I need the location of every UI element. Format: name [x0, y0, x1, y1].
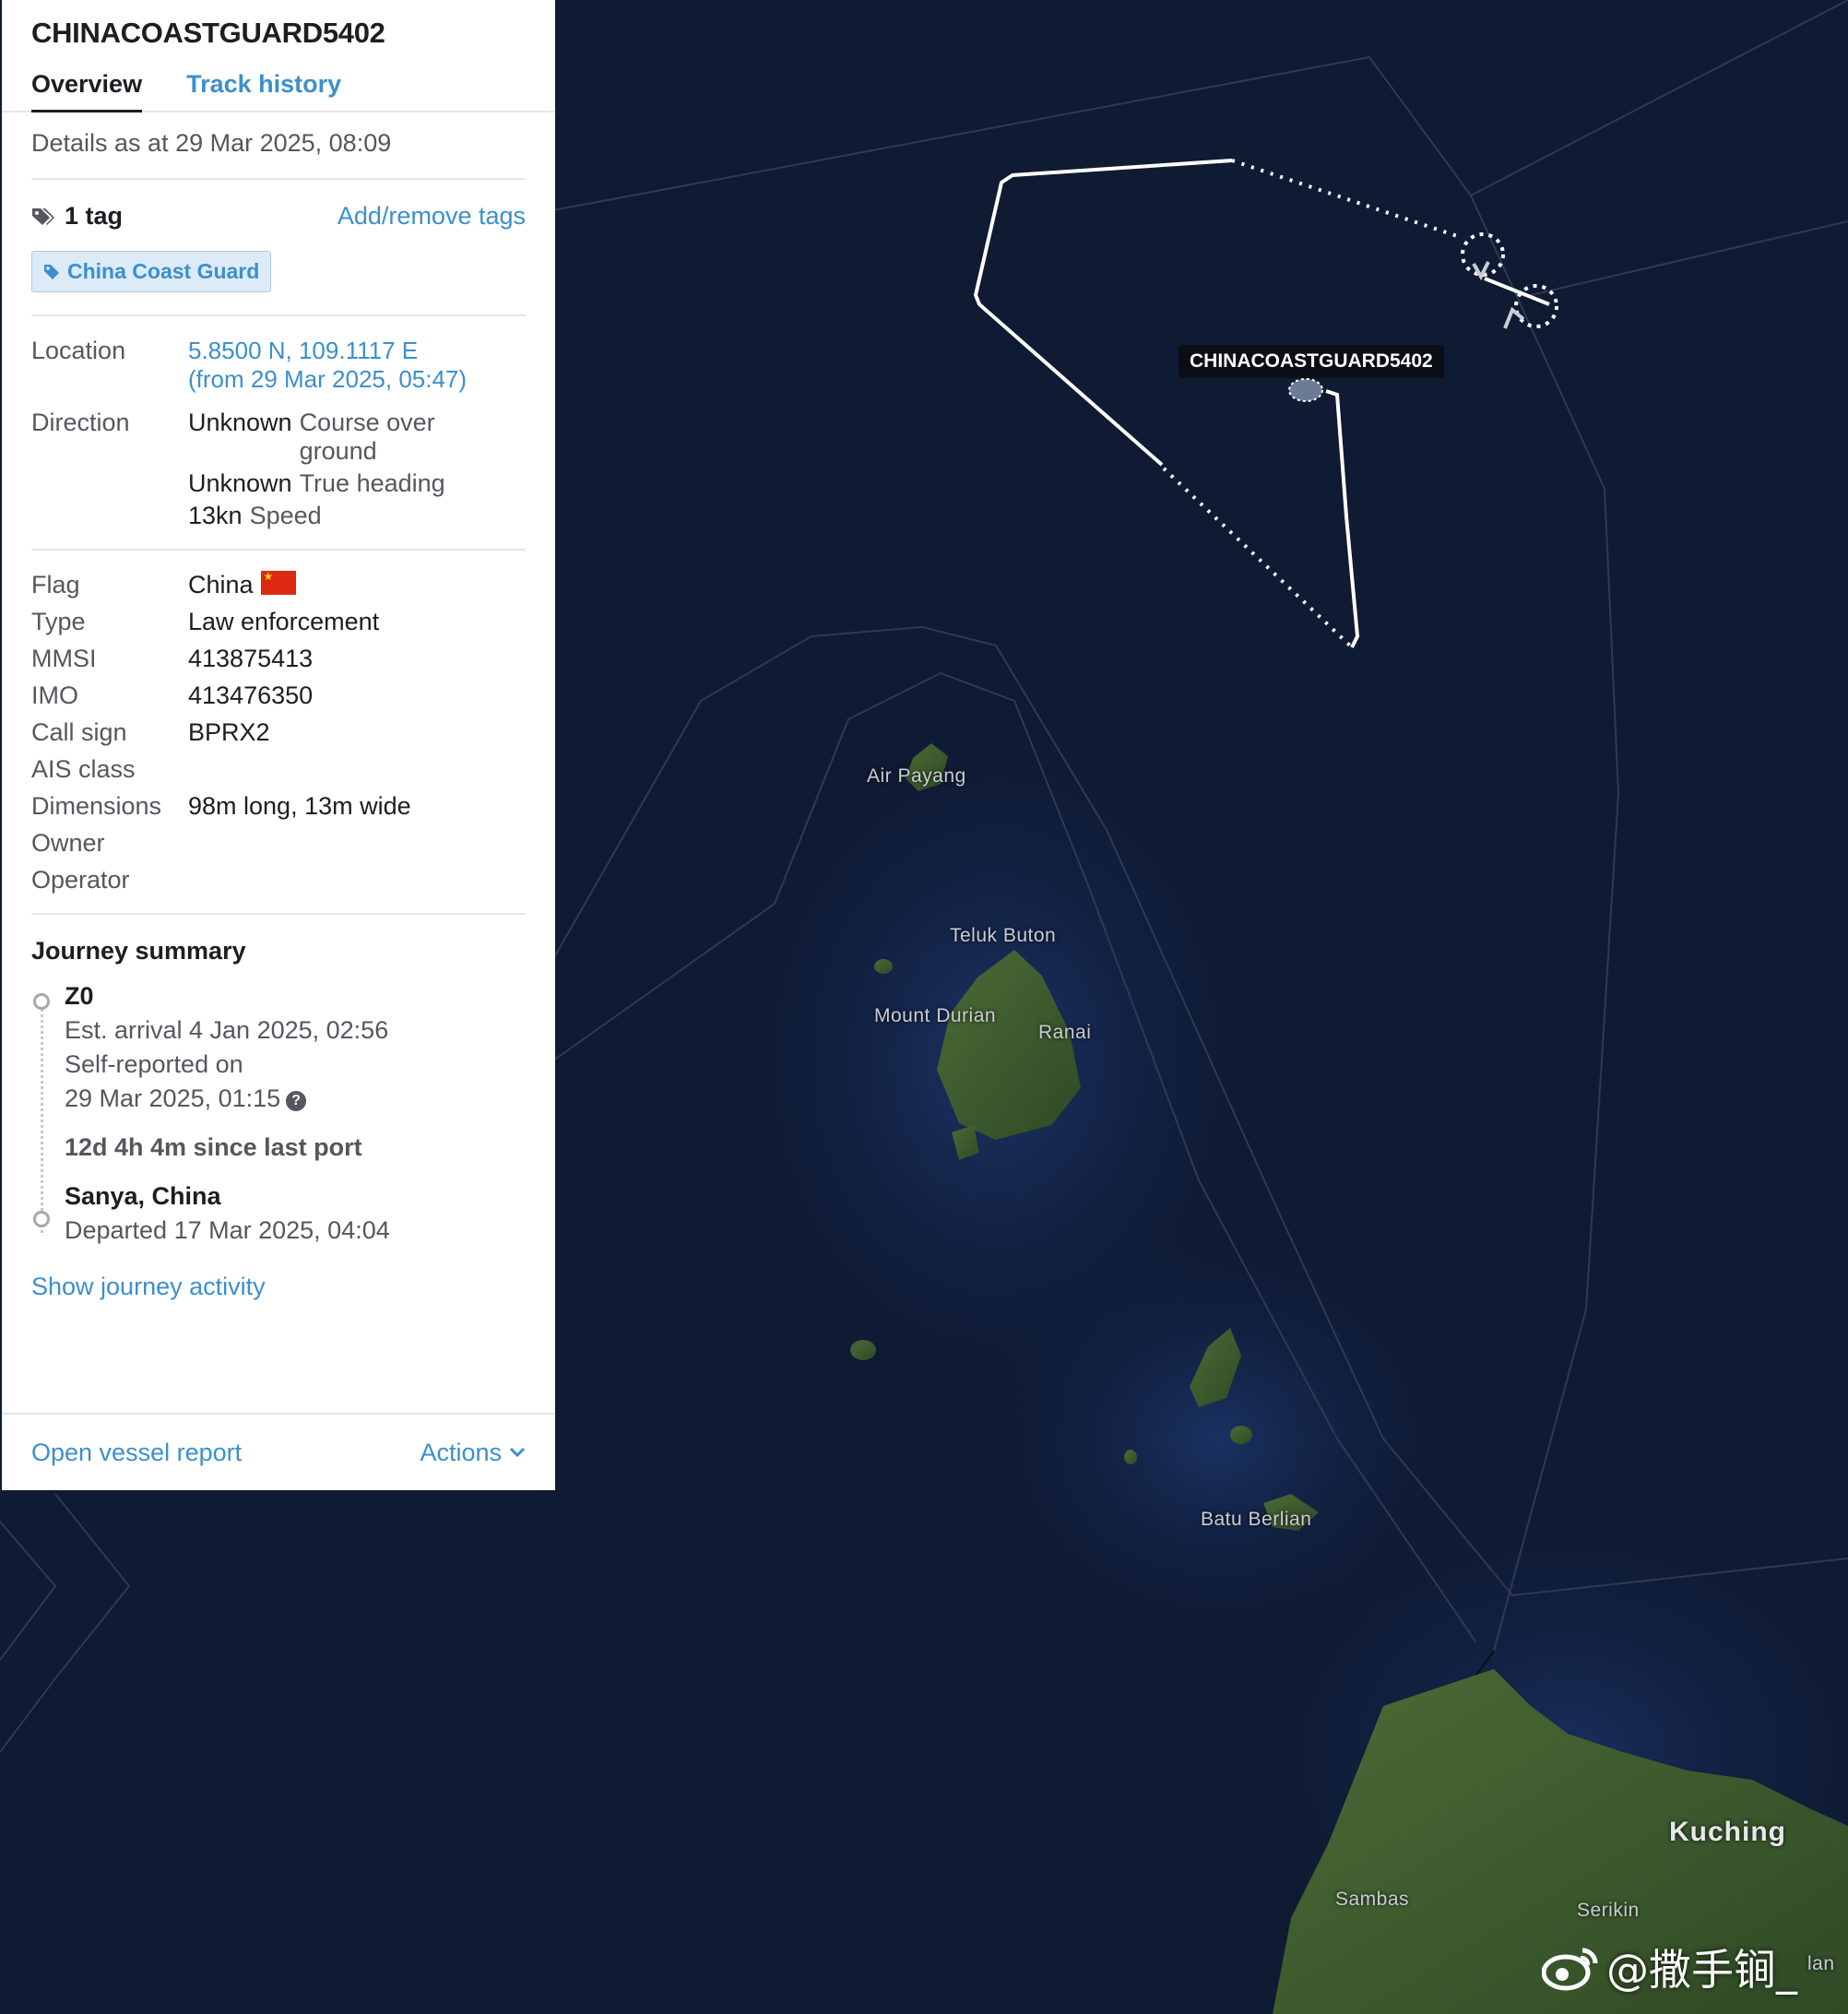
tag-icon: [44, 264, 59, 279]
map-label-kuching: Kuching: [1669, 1817, 1786, 1847]
owner-value: [188, 829, 526, 858]
map-label-partial: lan: [1807, 1953, 1835, 1974]
panel-tabs: Overview Track history: [2, 70, 555, 113]
details-timestamp: Details as at 29 Mar 2025, 08:09: [31, 129, 392, 157]
vessel-name: CHINACOASTGUARD5402: [31, 17, 385, 49]
map-label-mount-durian: Mount Durian: [874, 1005, 997, 1026]
tag-count: 1 tag: [31, 202, 123, 231]
tab-overview[interactable]: Overview: [31, 70, 143, 113]
china-flag-icon: [260, 570, 296, 595]
heading-value: Unknown: [188, 469, 292, 497]
map-label-teluk-buton: Teluk Buton: [950, 925, 1057, 946]
map-label-air-payang: Air Payang: [867, 765, 966, 787]
mmsi-value: 413875413: [188, 645, 314, 672]
departed-time: Departed 17 Mar 2025, 04:04: [65, 1216, 390, 1244]
vessel-marker[interactable]: [1288, 378, 1323, 402]
operator-value: [188, 866, 526, 894]
flag-label: Flag: [31, 571, 80, 598]
destination-dot: [33, 993, 50, 1010]
self-reported-date-row: 29 Mar 2025, 01:15?: [65, 1084, 526, 1113]
chevron-down-icon: [509, 1447, 526, 1458]
owner-label: Owner: [31, 829, 105, 857]
type-value: Law enforcement: [188, 608, 380, 635]
help-icon[interactable]: ?: [286, 1091, 307, 1111]
operator-label: Operator: [31, 866, 130, 894]
vessel-map-label[interactable]: CHINACOASTGUARD5402: [1179, 345, 1444, 378]
map-label-ranai: Ranai: [1038, 1022, 1092, 1043]
since-last-port: 12d 4h 4m since last port: [65, 1133, 362, 1161]
tag-chip[interactable]: China Coast Guard: [31, 251, 272, 292]
add-remove-tags-link[interactable]: Add/remove tags: [338, 202, 526, 231]
origin-port: Sanya, China: [65, 1182, 221, 1210]
vessel-details-panel: CHINACOASTGUARD5402 Overview Track histo…: [2, 0, 555, 1490]
map-label-sambas: Sambas: [1335, 1889, 1410, 1910]
location-label: Location: [31, 337, 126, 364]
timeline-line: [41, 1004, 43, 1233]
tag-count-label: 1 tag: [65, 202, 124, 230]
self-reported-label: Self-reported on: [65, 1050, 243, 1078]
tag-chip-label: China Coast Guard: [67, 259, 260, 283]
actions-label: Actions: [420, 1438, 502, 1466]
imo-label: IMO: [31, 681, 78, 709]
ais-class-value: [188, 755, 526, 784]
speed-label: Speed: [249, 502, 322, 529]
show-journey-activity-link[interactable]: Show journey activity: [31, 1273, 526, 1301]
callsign-label: Call sign: [31, 718, 127, 746]
location-coords-link[interactable]: 5.8500 N, 109.1117 E: [188, 337, 526, 365]
dimensions-value: 98m long, 13m wide: [188, 792, 411, 820]
journey-timeline: Z0 Est. arrival 4 Jan 2025, 02:56 Self-r…: [31, 982, 526, 1245]
origin-dot: [33, 1211, 50, 1227]
location-since-link[interactable]: (from 29 Mar 2025, 05:47): [188, 365, 526, 394]
heading-label: True heading: [299, 469, 445, 497]
speed-value: 13kn: [188, 502, 243, 529]
tag-icon: [32, 207, 54, 225]
vessel-details-section: Flag China Type Law enforcement MMSI 413…: [31, 551, 526, 913]
weibo-icon: [1542, 1948, 1598, 1991]
location-value: 5.8500 N, 109.1117 E (from 29 Mar 2025, …: [188, 337, 526, 394]
cog-label: Course over ground: [299, 409, 435, 465]
journey-summary-title: Journey summary: [31, 937, 246, 965]
destination-name: Z0: [65, 982, 94, 1010]
type-label: Type: [31, 608, 86, 635]
callsign-value: BPRX2: [188, 718, 270, 746]
map-label-batu-berlian: Batu Berlian: [1201, 1509, 1312, 1530]
actions-dropdown[interactable]: Actions: [420, 1439, 526, 1467]
flag-country: China: [188, 571, 254, 598]
watermark-text: @撒手锏_: [1606, 1945, 1797, 1995]
ais-class-label: AIS class: [31, 755, 136, 783]
position-section: Location 5.8500 N, 109.1117 E (from 29 M…: [31, 316, 526, 549]
dimensions-label: Dimensions: [31, 792, 162, 820]
direction-label: Direction: [31, 409, 130, 436]
open-vessel-report-link[interactable]: Open vessel report: [31, 1439, 242, 1467]
tab-track-history[interactable]: Track history: [186, 70, 341, 111]
flag-value: China: [188, 570, 526, 599]
panel-footer: Open vessel report Actions: [2, 1413, 555, 1490]
est-arrival: Est. arrival 4 Jan 2025, 02:56: [65, 1016, 389, 1044]
imo-value: 413476350: [188, 681, 314, 709]
map-label-serikin: Serikin: [1577, 1900, 1640, 1921]
cog-value: Unknown: [188, 409, 292, 436]
watermark: @撒手锏_: [1542, 1937, 1797, 1997]
direction-values: Unknown Course over ground Unknown True he…: [188, 409, 526, 530]
mmsi-label: MMSI: [31, 645, 97, 672]
self-reported-date: 29 Mar 2025, 01:15: [65, 1084, 281, 1112]
